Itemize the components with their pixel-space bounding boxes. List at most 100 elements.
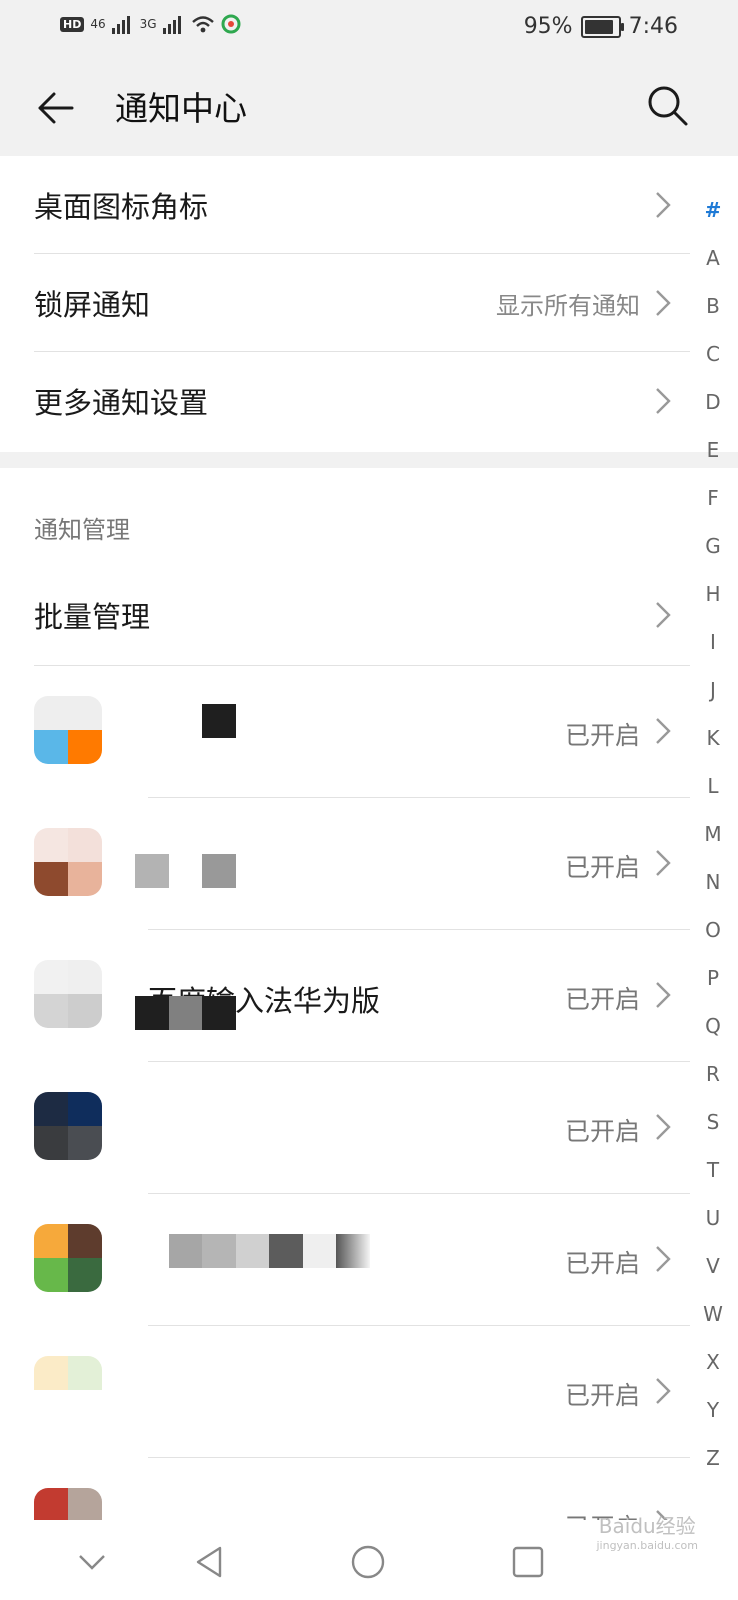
- app-icon: [34, 960, 102, 1028]
- redacted-name: [269, 1234, 303, 1268]
- watermark-url: jingyan.baidu.com: [596, 1539, 698, 1552]
- app-row[interactable]: 已开启: [0, 1062, 690, 1194]
- alpha-index-letter[interactable]: M: [704, 810, 721, 858]
- setting-label: 锁屏通知: [34, 288, 151, 322]
- app-row[interactable]: 已开启: [0, 798, 690, 930]
- app-status: 已开启: [564, 721, 640, 750]
- setting-row-more[interactable]: 更多通知设置: [0, 352, 690, 450]
- alpha-index-letter[interactable]: T: [707, 1146, 719, 1194]
- home-circle-icon[interactable]: [348, 1542, 388, 1582]
- alpha-index-letter[interactable]: Z: [706, 1434, 720, 1482]
- alphabet-index[interactable]: # A B C D E F G H I J K L M N O P Q R S …: [688, 186, 738, 1482]
- alpha-index-letter[interactable]: H: [705, 570, 720, 618]
- app-status: 已开启: [564, 1117, 640, 1146]
- setting-row-badge[interactable]: 桌面图标角标: [0, 156, 690, 254]
- redacted-name: [202, 704, 236, 738]
- hd-badge: HD: [60, 16, 85, 32]
- redacted-name: [169, 1234, 202, 1268]
- app-icon: [34, 1356, 102, 1424]
- redacted-name: [336, 1234, 370, 1268]
- app-status: 已开启: [564, 985, 640, 1014]
- alpha-index-letter[interactable]: E: [707, 426, 720, 474]
- clock: 7:46: [628, 14, 678, 39]
- wifi-icon: [191, 16, 214, 33]
- redacted-name: [135, 996, 169, 1030]
- battery-icon: [580, 15, 624, 38]
- status-icons-left: HD 46 3G: [60, 14, 241, 34]
- alpha-index-letter[interactable]: G: [705, 522, 721, 570]
- chevron-right-icon: [656, 718, 671, 744]
- alpha-index-letter[interactable]: W: [703, 1290, 723, 1338]
- signal-label-1: 46: [90, 17, 106, 31]
- app-row[interactable]: 已开启: [0, 1194, 690, 1326]
- app-notification-icon: [221, 14, 241, 34]
- alpha-index-letter[interactable]: V: [706, 1242, 720, 1290]
- back-arrow-icon[interactable]: [34, 86, 78, 130]
- app-status: 已开启: [564, 1381, 640, 1410]
- watermark-text: Baidu经验: [598, 1514, 696, 1538]
- alpha-index-letter[interactable]: R: [706, 1050, 720, 1098]
- alpha-index-letter[interactable]: Q: [705, 1002, 721, 1050]
- app-row[interactable]: 百度输入法华为版 已开启: [0, 930, 690, 1062]
- chevron-right-icon: [656, 290, 671, 316]
- chevron-right-icon: [656, 388, 671, 414]
- alpha-index-letter[interactable]: U: [706, 1194, 721, 1242]
- status-icons-right: 95% 7:46: [524, 14, 678, 39]
- redacted-name: [169, 996, 202, 1030]
- battery-percent: 95%: [523, 14, 573, 39]
- alpha-index-letter[interactable]: J: [710, 666, 716, 714]
- setting-row-lockscreen[interactable]: 锁屏通知 显示所有通知: [0, 254, 690, 352]
- chevron-right-icon: [656, 1246, 671, 1272]
- redacted-name: [202, 854, 236, 888]
- alpha-index-letter[interactable]: I: [710, 618, 716, 666]
- setting-label: 更多通知设置: [34, 386, 209, 420]
- redacted-name: [135, 854, 169, 888]
- redacted-name: [303, 1234, 336, 1268]
- alpha-index-letter[interactable]: X: [706, 1338, 720, 1386]
- chevron-right-icon: [656, 602, 671, 628]
- alpha-index-letter[interactable]: S: [707, 1098, 720, 1146]
- recents-square-icon[interactable]: [508, 1542, 548, 1582]
- app-status: 已开启: [564, 1249, 640, 1278]
- redacted-name: [202, 1234, 236, 1268]
- app-list: 已开启 已开启 百度输入法华为版 已开启 已开启 已开启 已开启: [0, 666, 690, 1590]
- status-bar: HD 46 3G 95% 7:46: [0, 0, 738, 58]
- watermark: Baidu经验 jingyan.baidu.com: [596, 1510, 698, 1552]
- alpha-index-letter[interactable]: B: [706, 282, 720, 330]
- alpha-index-letter[interactable]: D: [705, 378, 720, 426]
- redacted-name: [236, 1234, 269, 1268]
- alpha-index-letter[interactable]: A: [706, 234, 720, 282]
- redacted-name: [202, 996, 236, 1030]
- alpha-index-letter[interactable]: F: [707, 474, 719, 522]
- alpha-index-letter[interactable]: C: [706, 330, 720, 378]
- alpha-index-letter[interactable]: #: [705, 186, 722, 234]
- alpha-index-letter[interactable]: O: [705, 906, 721, 954]
- app-header: 通知中心: [0, 58, 738, 156]
- settings-list: 桌面图标角标 锁屏通知 显示所有通知 更多通知设置: [0, 156, 690, 450]
- app-row[interactable]: 已开启: [0, 666, 690, 798]
- alpha-index-letter[interactable]: Y: [707, 1386, 719, 1434]
- alpha-index-letter[interactable]: N: [706, 858, 721, 906]
- chevron-right-icon: [656, 1378, 671, 1404]
- chevron-right-icon: [656, 850, 671, 876]
- page-title: 通知中心: [115, 89, 247, 128]
- chevron-down-icon[interactable]: [72, 1542, 112, 1582]
- setting-label: 桌面图标角标: [34, 190, 209, 224]
- app-icon: [34, 1224, 102, 1292]
- search-icon[interactable]: [646, 84, 690, 128]
- signal-icon-2: [162, 16, 181, 34]
- app-row[interactable]: 已开启: [0, 1326, 690, 1458]
- app-icon: [34, 696, 102, 764]
- app-icon: [34, 828, 102, 896]
- batch-manage-row[interactable]: 批量管理: [0, 566, 690, 666]
- chevron-right-icon: [656, 1114, 671, 1140]
- alpha-index-letter[interactable]: K: [706, 714, 719, 762]
- alpha-index-letter[interactable]: L: [707, 762, 718, 810]
- back-triangle-icon[interactable]: [190, 1542, 230, 1582]
- setting-value: 显示所有通知: [496, 292, 640, 320]
- app-icon: [34, 1092, 102, 1160]
- app-status: 已开启: [564, 853, 640, 882]
- chevron-right-icon: [656, 192, 671, 218]
- signal-label-2: 3G: [139, 17, 157, 31]
- alpha-index-letter[interactable]: P: [707, 954, 719, 1002]
